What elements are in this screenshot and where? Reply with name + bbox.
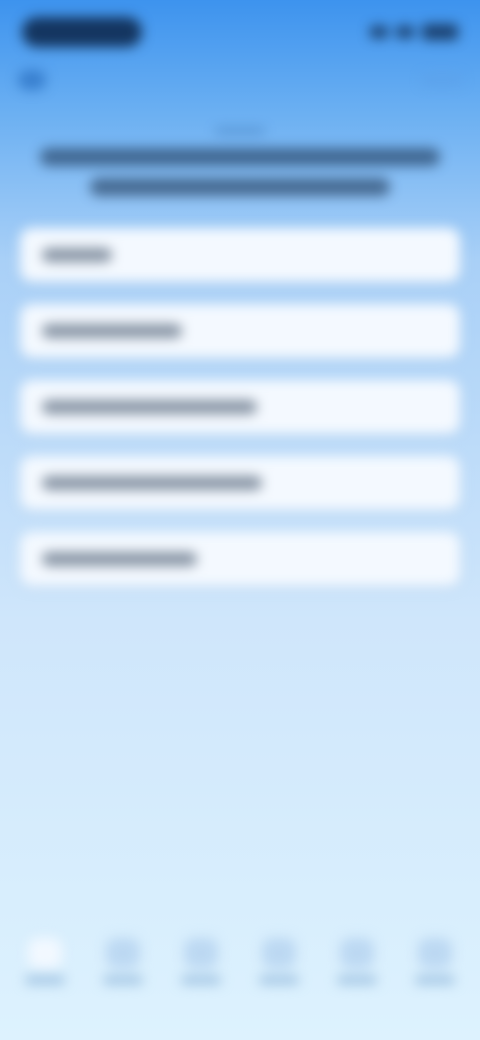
chart-icon bbox=[106, 938, 140, 968]
title-line-2 bbox=[90, 178, 390, 196]
status-bar bbox=[22, 14, 458, 50]
settings-icon bbox=[418, 938, 452, 968]
tab-label bbox=[337, 976, 377, 984]
bell-icon bbox=[262, 938, 296, 968]
tab-bar bbox=[10, 926, 470, 996]
option-item-2[interactable] bbox=[20, 304, 460, 358]
tab-label bbox=[259, 976, 299, 984]
home-icon bbox=[28, 938, 62, 968]
screen bbox=[0, 0, 480, 1040]
list-icon bbox=[184, 938, 218, 968]
tab-label bbox=[415, 976, 455, 984]
status-time-pill bbox=[22, 17, 142, 47]
nav-row bbox=[18, 66, 462, 94]
tab-label bbox=[103, 976, 143, 984]
title-line-1 bbox=[40, 148, 440, 166]
tab-bell[interactable] bbox=[244, 938, 314, 984]
more-icon[interactable] bbox=[422, 75, 462, 85]
option-label bbox=[42, 400, 257, 414]
tab-label bbox=[181, 976, 221, 984]
battery-icon bbox=[422, 24, 458, 40]
option-label bbox=[42, 248, 112, 262]
tab-label bbox=[25, 976, 65, 984]
option-item-4[interactable] bbox=[20, 456, 460, 510]
wifi-icon bbox=[396, 26, 414, 38]
tab-settings[interactable] bbox=[400, 938, 470, 984]
option-item-3[interactable] bbox=[20, 380, 460, 434]
status-icons bbox=[370, 24, 458, 40]
profile-icon bbox=[340, 938, 374, 968]
option-label bbox=[42, 324, 182, 338]
option-item-5[interactable] bbox=[20, 532, 460, 586]
title-kicker bbox=[215, 128, 265, 134]
tab-chart[interactable] bbox=[88, 938, 158, 984]
signal-icon bbox=[370, 26, 388, 38]
tab-home[interactable] bbox=[10, 938, 80, 984]
tab-list[interactable] bbox=[166, 938, 236, 984]
page-title bbox=[30, 128, 450, 196]
back-icon[interactable] bbox=[18, 70, 46, 90]
tab-profile[interactable] bbox=[322, 938, 392, 984]
option-item-1[interactable] bbox=[20, 228, 460, 282]
options-list bbox=[20, 228, 460, 608]
option-label bbox=[42, 476, 262, 490]
option-label bbox=[42, 552, 197, 566]
